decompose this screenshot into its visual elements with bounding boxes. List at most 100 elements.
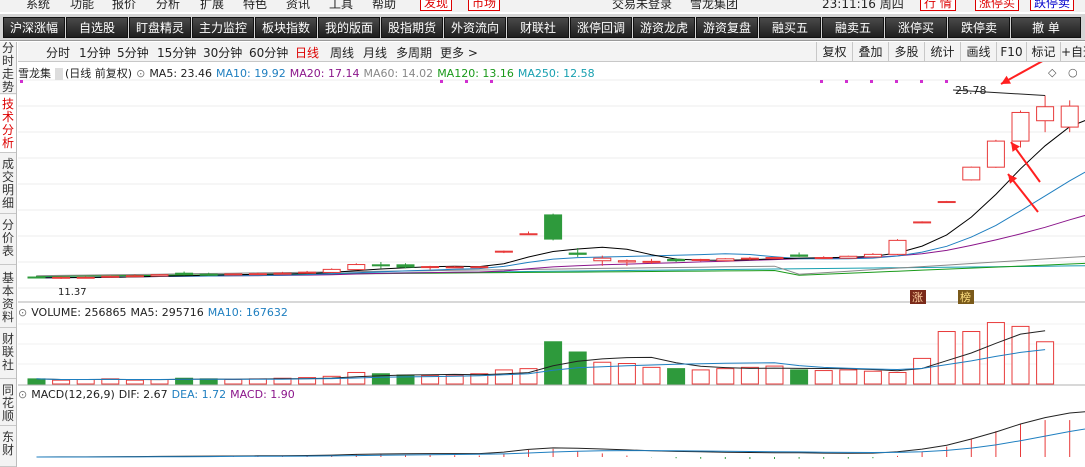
tab-weekly[interactable]: 周线 — [330, 44, 354, 61]
nav-eastmoney[interactable]: 东财 — [0, 427, 16, 467]
menu-system[interactable]: 系统 — [26, 0, 50, 12]
ma10-value: MA10: 19.92 — [216, 67, 286, 80]
toolbar-button-limit-down-sell[interactable]: 跌停卖 — [948, 17, 1010, 38]
toolbar-button-hot-money-review[interactable]: 游资复盘 — [696, 17, 758, 38]
candle-up — [839, 255, 858, 259]
tab-more[interactable]: 更多 > — [440, 44, 478, 61]
tab-daily[interactable]: 日线 — [295, 44, 319, 61]
macd-dea-line — [36, 428, 1085, 458]
toolbar-button-main-force[interactable]: 主力监控 — [192, 17, 254, 38]
menu-function[interactable]: 功能 — [70, 0, 94, 12]
toolbar-button-cls[interactable]: 财联社 — [507, 17, 569, 38]
overlay-button[interactable]: 叠加 — [852, 42, 888, 62]
toolbar-button-cancel-order[interactable]: 撤 单 — [1011, 17, 1081, 38]
add-watchlist-button[interactable]: +自选 — [1060, 42, 1085, 62]
candle-up — [224, 273, 243, 276]
menu-tools[interactable]: 工具 — [329, 0, 353, 12]
title-cursor — [55, 68, 63, 80]
limit-down-sell-top-button[interactable]: 跌停卖 — [1030, 0, 1075, 11]
tab-30min[interactable]: 30分钟 — [203, 44, 242, 61]
volume-dropdown-icon[interactable]: ⊙ — [18, 306, 27, 319]
volume-bar-up — [937, 331, 956, 385]
toolbar-button-watchlist[interactable]: 自选股 — [66, 17, 128, 38]
tab-60min[interactable]: 60分钟 — [249, 44, 288, 61]
f10-button[interactable]: F10 — [996, 42, 1026, 62]
volume-bar-up — [888, 371, 907, 385]
candle-up — [765, 257, 784, 260]
toolbar-button-limit-up-buy[interactable]: 涨停买 — [885, 17, 947, 38]
nav-trade-details[interactable]: 成交明细 — [0, 154, 16, 214]
menu-extend[interactable]: 扩展 — [200, 0, 224, 12]
toolbar-button-my-layout[interactable]: 我的版面 — [318, 17, 380, 38]
tab-1min[interactable]: 1分钟 — [79, 44, 111, 61]
toolbar-button-index-futures[interactable]: 股指期货 — [381, 17, 443, 38]
candle-up — [52, 276, 71, 279]
macd-dropdown-icon[interactable]: ⊙ — [18, 388, 27, 401]
multi-stock-button[interactable]: 多股 — [888, 42, 924, 62]
menu-quotes[interactable]: 报价 — [112, 0, 136, 12]
toolbar-button-hot-money[interactable]: 游资龙虎 — [633, 17, 695, 38]
macd-info-line: ⊙ MACD(12,26,9) DIF: 2.67 DEA: 1.72 MACD: 1.… — [18, 388, 299, 402]
adjust-button[interactable]: 复权 — [816, 42, 852, 62]
signal-dot — [820, 80, 823, 83]
market-link[interactable]: 市场 — [468, 0, 501, 11]
nav-ths[interactable]: 同花顺 — [0, 380, 16, 426]
limit-up-badge-text: 涨 — [912, 291, 923, 304]
quotes-button[interactable]: 行 情 — [920, 0, 956, 11]
volume-bar-up — [1036, 341, 1055, 385]
volume-bar-up — [691, 369, 710, 385]
statistics-button[interactable]: 统计 — [924, 42, 960, 62]
nav-fundamentals[interactable]: 基本资料 — [0, 266, 16, 328]
ma250-value: MA250: 12.58 — [517, 67, 595, 80]
left-nav: 分时走势 技术分析 成交明细 分价表 基本资料 财联社 同花顺 东财 — [0, 42, 17, 467]
toolbar-button-limit-pullback[interactable]: 涨停回调 — [570, 17, 632, 38]
volume-bar-up — [617, 363, 636, 385]
limit-up-buy-top-button[interactable]: 涨停买 — [975, 0, 1020, 11]
tab-5min[interactable]: 5分钟 — [117, 44, 149, 61]
volume-bar-up — [839, 369, 858, 385]
volume-bar-up — [814, 370, 833, 385]
kline-chart[interactable]: 25.78 11.37 涨 榜 — [18, 62, 1085, 467]
diamond-icon[interactable]: ◇ — [1048, 66, 1056, 79]
toolbar-button-hs-gainers[interactable]: 沪深涨幅 — [3, 17, 65, 38]
candle-up — [740, 257, 759, 260]
draw-line-button[interactable]: 画线 — [960, 42, 996, 62]
menu-help[interactable]: 帮助 — [372, 0, 396, 12]
nav-cls[interactable]: 财联社 — [0, 329, 16, 379]
signal-dot — [845, 80, 848, 83]
volume-bar-up — [716, 368, 735, 385]
toolbar-button-foreign-flow[interactable]: 外资流向 — [444, 17, 506, 38]
toolbar-button-margin-buy[interactable]: 融买五 — [759, 17, 821, 38]
signal-dot — [945, 80, 948, 83]
macd-series — [36, 411, 1085, 460]
nav-price-table[interactable]: 分价表 — [0, 215, 16, 265]
tab-15min[interactable]: 15分钟 — [157, 44, 196, 61]
volume-bar-up — [76, 379, 95, 385]
tab-multi-period[interactable]: 多周期 — [396, 44, 432, 61]
candle-up — [125, 275, 144, 278]
toolbar-button-margin-sell[interactable]: 融卖五 — [822, 17, 884, 38]
volume-bar-up — [740, 366, 759, 385]
volume-bar-up — [52, 379, 71, 385]
menu-features[interactable]: 特色 — [243, 0, 267, 12]
ma-dropdown-icon[interactable]: ⊙ — [136, 67, 145, 80]
low-price-label: 11.37 — [58, 287, 87, 298]
candle-up — [617, 260, 636, 263]
toolbar-button-monitor-elf[interactable]: 盯盘精灵 — [129, 17, 191, 38]
tab-monthly[interactable]: 月线 — [363, 44, 387, 61]
discover-link[interactable]: 发现 — [420, 0, 453, 11]
volume-bar-up — [150, 379, 169, 385]
toolbar-button-sector-index[interactable]: 板块指数 — [255, 17, 317, 38]
volume-ma5-value: MA5: 295716 — [130, 306, 204, 319]
volume-info-line: ⊙ VOLUME: 256865 MA5: 295716 MA10: 167632 — [18, 306, 292, 320]
macd-dea-value: DEA: 1.72 — [171, 388, 227, 401]
tab-time-share[interactable]: 分时 — [46, 44, 70, 61]
candle-up — [101, 275, 120, 278]
nav-technical-analysis[interactable]: 技术分析 — [0, 95, 16, 153]
mark-button[interactable]: 标记 — [1026, 42, 1060, 62]
nav-time-share[interactable]: 分时走势 — [0, 42, 16, 94]
menu-bar: 系统 功能 报价 分析 扩展 特色 资讯 工具 帮助 发现 市场 交易未登录 雪… — [0, 0, 1085, 12]
menu-news[interactable]: 资讯 — [286, 0, 310, 12]
circle-icon[interactable]: ○ — [1068, 66, 1078, 79]
menu-analysis[interactable]: 分析 — [156, 0, 180, 12]
